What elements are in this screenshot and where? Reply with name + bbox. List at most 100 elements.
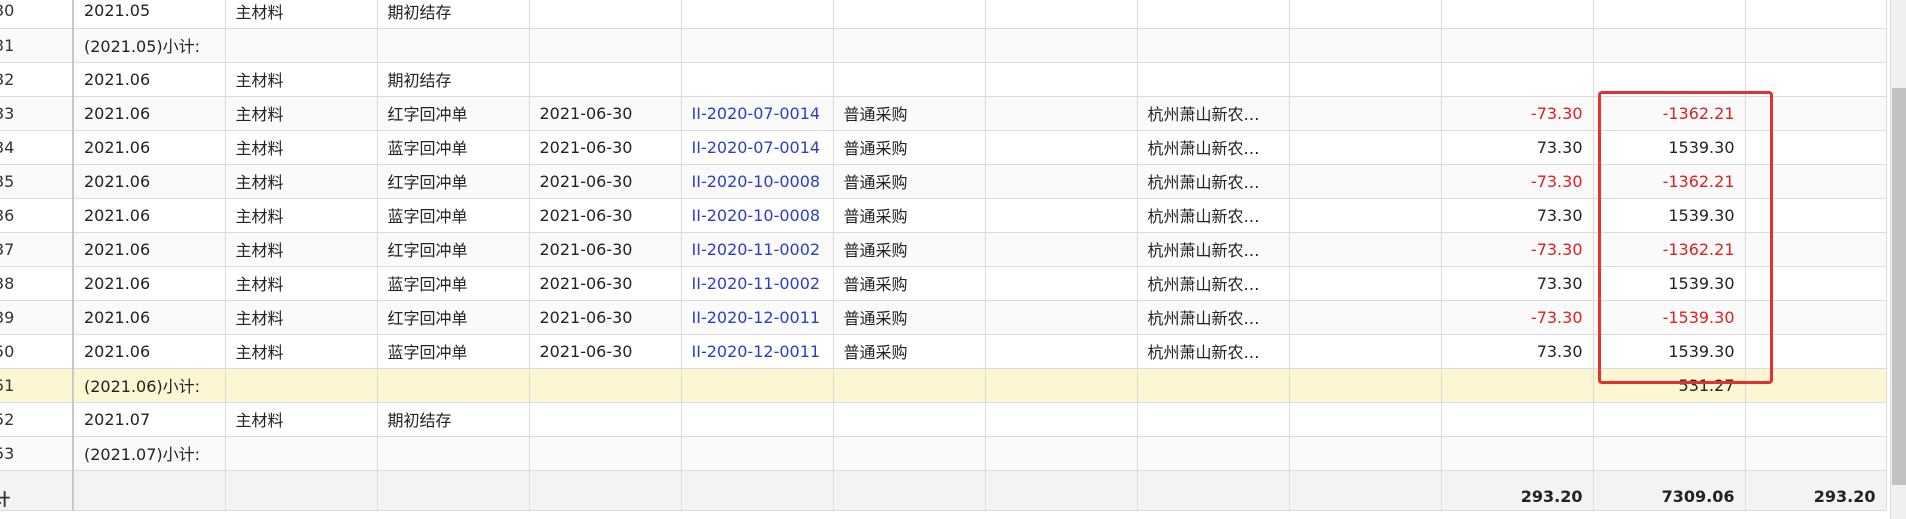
cell-quantity[interactable]: -73.30	[1441, 300, 1594, 335]
cell-period[interactable]: 2021.05	[73, 0, 226, 29]
cell-purchase-type[interactable]	[833, 0, 986, 29]
cell-supplier[interactable]: 杭州萧山新农…	[1137, 198, 1290, 233]
cell-quantity[interactable]	[1441, 62, 1594, 97]
cell-extra[interactable]	[1745, 368, 1887, 403]
cell-date[interactable]	[529, 436, 682, 471]
cell-material[interactable]: 主材料	[225, 0, 378, 29]
cell-quantity[interactable]	[1441, 402, 1594, 437]
cell-extra[interactable]	[1745, 28, 1887, 63]
cell-empty[interactable]	[1289, 0, 1442, 29]
cell-period[interactable]: 2021.07	[73, 402, 226, 437]
row-number[interactable]: 31	[0, 28, 74, 63]
cell-period[interactable]: 2021.06	[73, 232, 226, 267]
cell-date[interactable]: 2021-06-30	[529, 334, 682, 369]
cell-extra[interactable]	[1745, 198, 1887, 233]
cell-supplier[interactable]	[1137, 368, 1290, 403]
cell-material[interactable]: 主材料	[225, 334, 378, 369]
cell-quantity[interactable]: -73.30	[1441, 232, 1594, 267]
cell-material[interactable]	[225, 436, 378, 471]
cell-extra[interactable]	[1745, 266, 1887, 301]
cell-period[interactable]: 2021.06	[73, 300, 226, 335]
vertical-scrollbar[interactable]	[1890, 0, 1906, 519]
cell-amount[interactable]: 1539.30	[1593, 130, 1746, 165]
cell-empty[interactable]	[985, 266, 1138, 301]
cell-date[interactable]	[529, 402, 682, 437]
cell-doc-type[interactable]: 期初结存	[377, 62, 530, 97]
cell-empty[interactable]	[1289, 436, 1442, 471]
table-row[interactable]: 39 2021.06主材料红字回冲单2021-06-30II-2020-12-00…	[0, 300, 1887, 335]
cell-doc-number[interactable]	[681, 28, 834, 63]
cell-period[interactable]: (2021.05)小计:	[73, 28, 226, 63]
cell-empty[interactable]	[985, 368, 1138, 403]
cell-supplier[interactable]: 杭州萧山新农…	[1137, 130, 1290, 165]
table-row[interactable]: 50 2021.06主材料蓝字回冲单2021-06-30II-2020-12-00…	[0, 334, 1887, 369]
cell-material[interactable]: 主材料	[225, 198, 378, 233]
cell-empty[interactable]	[1289, 334, 1442, 369]
cell-purchase-type[interactable]: 普通采购	[833, 334, 986, 369]
cell-material[interactable]: 主材料	[225, 164, 378, 199]
cell-empty[interactable]	[985, 300, 1138, 335]
cell-material[interactable]: 主材料	[225, 232, 378, 267]
cell-amount[interactable]: -1362.21	[1593, 232, 1746, 267]
cell-doc-number[interactable]: II-2020-11-0002	[681, 266, 834, 301]
cell-material[interactable]: 主材料	[225, 402, 378, 437]
cell-purchase-type[interactable]: 普通采购	[833, 96, 986, 131]
cell-period[interactable]: 2021.06	[73, 266, 226, 301]
cell-purchase-type[interactable]: 普通采购	[833, 300, 986, 335]
cell-doc-type[interactable]	[377, 436, 530, 471]
cell-quantity[interactable]	[1441, 28, 1594, 63]
cell-empty[interactable]	[985, 62, 1138, 97]
cell-empty[interactable]	[1289, 232, 1442, 267]
cell-date[interactable]: 2021-06-30	[529, 232, 682, 267]
cell-material[interactable]: 主材料	[225, 130, 378, 165]
cell-purchase-type[interactable]	[833, 62, 986, 97]
subtotal-row[interactable]: 53 (2021.07)小计:	[0, 436, 1887, 471]
row-number[interactable]: 38	[0, 266, 74, 301]
cell-doc-number[interactable]: II-2020-10-0008	[681, 164, 834, 199]
cell-doc-type[interactable]: 红字回冲单	[377, 96, 530, 131]
cell-amount[interactable]	[1593, 62, 1746, 97]
cell-date[interactable]: 2021-06-30	[529, 130, 682, 165]
cell-empty[interactable]	[985, 96, 1138, 131]
cell-doc-number[interactable]	[681, 368, 834, 403]
cell-supplier[interactable]	[1137, 436, 1290, 471]
cell-supplier[interactable]	[1137, 0, 1290, 29]
row-number[interactable]: 32	[0, 62, 74, 97]
cell-empty[interactable]	[985, 28, 1138, 63]
table-row[interactable]: 35 2021.06主材料红字回冲单2021-06-30II-2020-10-00…	[0, 164, 1887, 199]
cell-doc-type[interactable]: 蓝字回冲单	[377, 266, 530, 301]
cell-empty[interactable]	[1289, 300, 1442, 335]
cell-date[interactable]: 2021-06-30	[529, 198, 682, 233]
cell-extra[interactable]	[1745, 164, 1887, 199]
cell-doc-type[interactable]: 期初结存	[377, 0, 530, 29]
cell-period[interactable]: 2021.06	[73, 198, 226, 233]
cell-doc-type[interactable]: 红字回冲单	[377, 164, 530, 199]
cell-quantity[interactable]: 73.30	[1441, 266, 1594, 301]
cell-amount[interactable]: 531.27	[1593, 368, 1746, 403]
row-number[interactable]: 33	[0, 96, 74, 131]
cell-amount[interactable]: 1539.30	[1593, 266, 1746, 301]
cell-doc-number[interactable]: II-2020-07-0014	[681, 96, 834, 131]
cell-quantity[interactable]: 73.30	[1441, 198, 1594, 233]
cell-extra[interactable]	[1745, 436, 1887, 471]
cell-doc-number[interactable]: II-2020-07-0014	[681, 130, 834, 165]
cell-amount[interactable]	[1593, 28, 1746, 63]
cell-quantity[interactable]	[1441, 368, 1594, 403]
cell-amount[interactable]: 1539.30	[1593, 334, 1746, 369]
cell-period[interactable]: 2021.06	[73, 334, 226, 369]
cell-empty[interactable]	[1289, 402, 1442, 437]
cell-quantity[interactable]	[1441, 436, 1594, 471]
row-number[interactable]: 30	[0, 0, 74, 29]
row-number[interactable]: 52	[0, 402, 74, 437]
cell-empty[interactable]	[985, 334, 1138, 369]
cell-doc-type[interactable]: 蓝字回冲单	[377, 130, 530, 165]
cell-quantity[interactable]: -73.30	[1441, 164, 1594, 199]
table-row[interactable]: 36 2021.06主材料蓝字回冲单2021-06-30II-2020-10-00…	[0, 198, 1887, 233]
cell-purchase-type[interactable]: 普通采购	[833, 130, 986, 165]
subtotal-row[interactable]: 51 (2021.06)小计: 531.27	[0, 368, 1887, 403]
cell-supplier[interactable]: 杭州萧山新农…	[1137, 266, 1290, 301]
cell-doc-number[interactable]: II-2020-12-0011	[681, 334, 834, 369]
row-number[interactable]: 39	[0, 300, 74, 335]
row-number[interactable]: 34	[0, 130, 74, 165]
table-row[interactable]: 33 2021.06主材料红字回冲单2021-06-30II-2020-07-00…	[0, 96, 1887, 131]
